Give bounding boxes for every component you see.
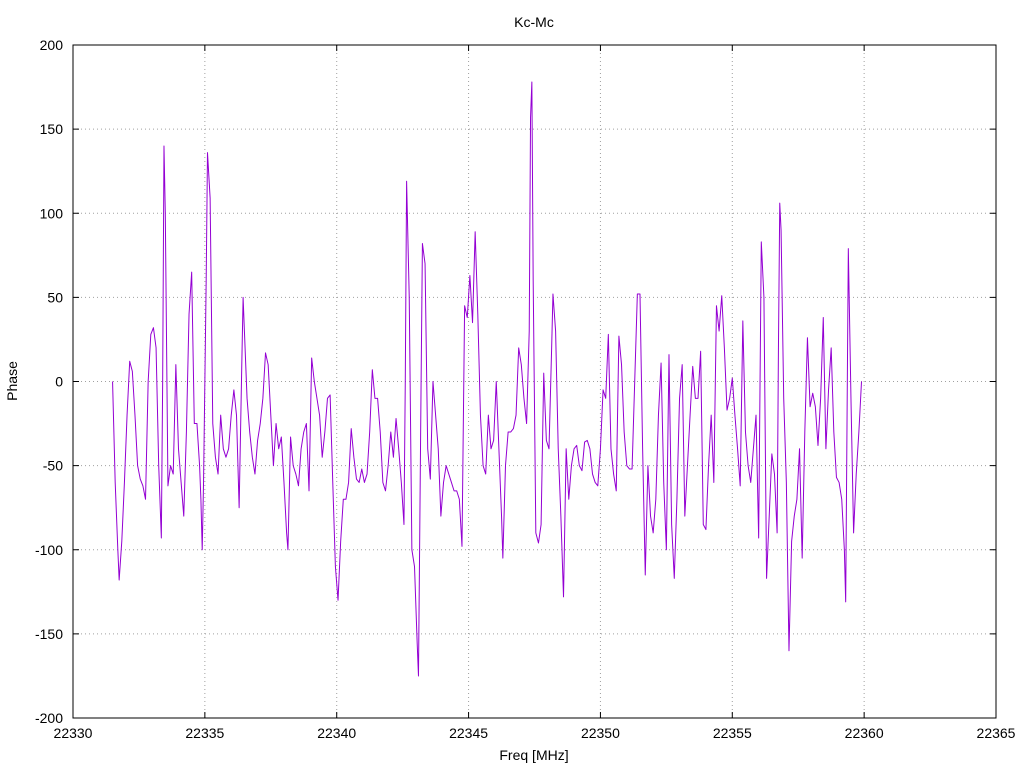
chart-background xyxy=(0,0,1024,768)
y-tick-label: 100 xyxy=(40,205,64,221)
x-tick-label: 22360 xyxy=(845,725,884,741)
x-tick-label: 22340 xyxy=(317,725,356,741)
x-tick-label: 22330 xyxy=(54,725,93,741)
x-tick-label: 22345 xyxy=(449,725,488,741)
y-tick-label: -150 xyxy=(35,626,63,642)
x-tick-label: 22355 xyxy=(713,725,752,741)
y-tick-label: -100 xyxy=(35,542,63,558)
y-tick-label: 0 xyxy=(55,374,63,390)
y-tick-label: -200 xyxy=(35,710,63,726)
chart-title: Kc-Mc xyxy=(514,14,554,30)
y-tick-label: -50 xyxy=(43,458,63,474)
y-tick-label: 200 xyxy=(40,37,64,53)
y-tick-label: 50 xyxy=(47,289,63,305)
y-tick-label: 150 xyxy=(40,121,64,137)
x-tick-label: 22350 xyxy=(581,725,620,741)
x-tick-label: 22365 xyxy=(977,725,1016,741)
x-axis-label: Freq [MHz] xyxy=(499,747,568,763)
phase-chart: 22330 22335 22340 22345 22350 22355 22360 22365… xyxy=(0,0,1024,768)
y-axis-label: Phase xyxy=(4,361,20,401)
x-tick-label: 22335 xyxy=(185,725,224,741)
